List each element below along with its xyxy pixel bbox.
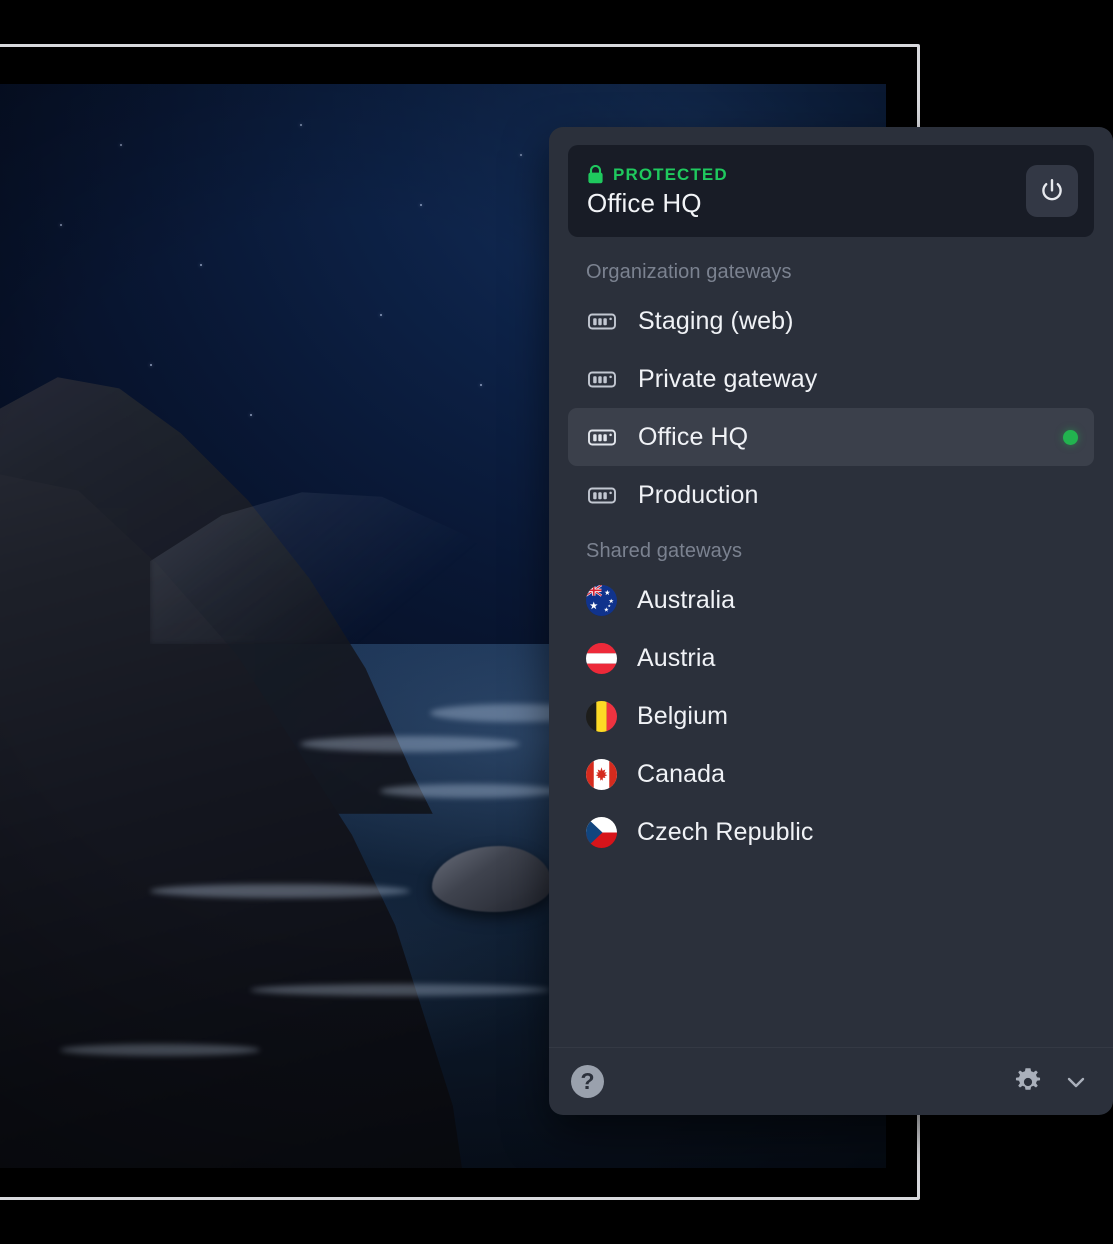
gateway-label: Canada bbox=[637, 759, 726, 788]
server-icon bbox=[586, 305, 618, 337]
gateway-row-australia[interactable]: Australia bbox=[568, 571, 1094, 629]
gateway-row-belgium[interactable]: Belgium bbox=[568, 687, 1094, 745]
gateway-row-austria[interactable]: Austria bbox=[568, 629, 1094, 687]
server-icon bbox=[586, 421, 618, 453]
gateway-row-office-hq[interactable]: Office HQ bbox=[568, 408, 1094, 466]
gateway-label: Belgium bbox=[637, 701, 729, 730]
gateway-row-private-gateway[interactable]: Private gateway bbox=[568, 350, 1094, 408]
vpn-popover-panel: PROTECTED Office HQ Organization gateway… bbox=[549, 127, 1113, 1115]
flag-australia-icon bbox=[586, 584, 617, 616]
gateway-label: Czech Republic bbox=[637, 817, 814, 846]
gateway-label: Australia bbox=[637, 585, 736, 614]
flag-austria-icon bbox=[586, 642, 617, 674]
help-icon[interactable]: ? bbox=[571, 1065, 604, 1098]
gateway-label: Staging (web) bbox=[638, 306, 794, 335]
panel-footer: ? bbox=[549, 1047, 1113, 1115]
flag-belgium-icon bbox=[586, 700, 617, 732]
connected-status-dot bbox=[1063, 429, 1078, 445]
gateway-row-production[interactable]: Production bbox=[568, 466, 1094, 524]
connection-header-card: PROTECTED Office HQ bbox=[568, 145, 1094, 237]
gateway-label: Austria bbox=[637, 643, 716, 672]
connection-header-text: PROTECTED Office HQ bbox=[587, 164, 1026, 218]
screen: PROTECTED Office HQ Organization gateway… bbox=[0, 0, 1113, 1244]
gear-icon[interactable] bbox=[1011, 1065, 1045, 1099]
power-icon bbox=[1038, 177, 1066, 205]
gateway-label: Private gateway bbox=[638, 364, 818, 393]
lock-icon bbox=[587, 165, 604, 184]
chevron-down-icon[interactable] bbox=[1063, 1069, 1089, 1095]
group-label-shared: Shared gateways bbox=[586, 540, 743, 562]
gateway-list[interactable]: Organization gateways Staging (web) Priv… bbox=[549, 245, 1113, 1047]
gateway-row-staging-web[interactable]: Staging (web) bbox=[568, 292, 1094, 350]
power-button[interactable] bbox=[1026, 165, 1078, 217]
connection-name: Office HQ bbox=[587, 187, 702, 218]
group-label-organization: Organization gateways bbox=[586, 261, 792, 283]
server-icon bbox=[586, 479, 618, 511]
gateway-label: Production bbox=[638, 480, 759, 509]
flag-canada-icon bbox=[586, 758, 617, 790]
server-icon bbox=[586, 363, 618, 395]
status-badge: PROTECTED bbox=[613, 164, 728, 184]
gateway-row-canada[interactable]: Canada bbox=[568, 745, 1094, 803]
gateway-row-czech-republic[interactable]: Czech Republic bbox=[568, 803, 1094, 861]
gateway-label: Office HQ bbox=[638, 422, 749, 451]
status-row: PROTECTED bbox=[587, 164, 1026, 186]
flag-czech-republic-icon bbox=[586, 816, 617, 848]
